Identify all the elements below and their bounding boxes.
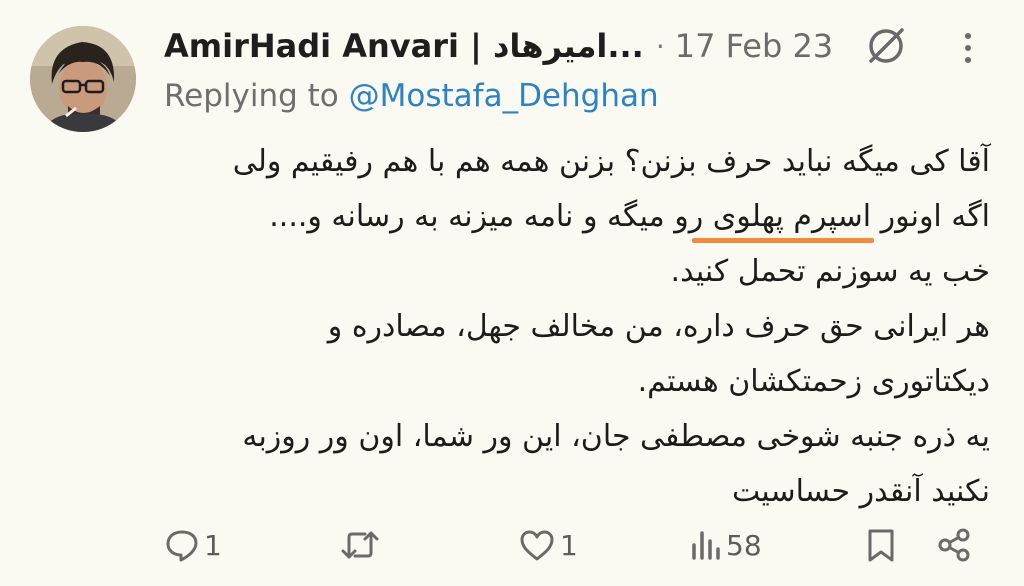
like-count: 1 bbox=[560, 528, 578, 562]
author-display-name[interactable]: AmirHadi Anvari | امیرهاد... bbox=[164, 27, 644, 65]
tweet-text-line: یه ذره جنبه شوخی مصطفی جان، این ور شما، … bbox=[242, 419, 990, 454]
tweet-timestamp[interactable]: 17 Feb 23 bbox=[675, 27, 833, 65]
reply-button[interactable]: 1 bbox=[164, 522, 222, 568]
tweet-text-line: خب یه سوزنم تحمل کنید. bbox=[670, 254, 990, 289]
bookmark-icon bbox=[868, 529, 894, 562]
tweet-text: آقا کی میگه نباید حرف بزنن؟ بزنن همه هم … bbox=[150, 134, 990, 519]
tweet-text-line: هر ایرانی حق حرف داره، من مخالف جهل، مصا… bbox=[327, 309, 990, 344]
heart-icon bbox=[520, 530, 554, 561]
views-icon bbox=[692, 531, 720, 560]
tweet-text-line: نکنید آنقدر حساسیت bbox=[731, 474, 990, 509]
reply-target-handle[interactable]: @Mostafa_Dehghan bbox=[349, 78, 659, 114]
grok-icon[interactable] bbox=[864, 24, 908, 68]
replying-to-prefix: Replying to bbox=[164, 78, 339, 114]
reply-count: 1 bbox=[204, 528, 222, 562]
like-button[interactable]: 1 bbox=[518, 522, 578, 568]
retweet-icon bbox=[341, 531, 379, 559]
highlight-underline bbox=[692, 238, 874, 243]
tweet-actions-bar: 1 1 58 bbox=[0, 522, 1024, 568]
tweet-header: AmirHadi Anvari | امیرهاد... · 17 Feb 23 bbox=[164, 22, 833, 70]
views-button[interactable]: 58 bbox=[690, 522, 762, 568]
tweet-text-line: اگه اونور اسپرم پهلوی رو میگه و نامه میز… bbox=[269, 199, 990, 234]
bookmark-button[interactable] bbox=[864, 522, 902, 568]
replying-to: Replying to @Mostafa_Dehghan bbox=[164, 78, 659, 114]
reply-icon bbox=[166, 530, 198, 562]
meta-separator: · bbox=[655, 29, 665, 63]
more-options-icon[interactable] bbox=[958, 30, 978, 66]
tweet-text-line: آقا کی میگه نباید حرف بزنن؟ بزنن همه هم … bbox=[232, 144, 990, 179]
retweet-button[interactable] bbox=[340, 522, 384, 568]
user-avatar-icon bbox=[30, 26, 136, 132]
avatar[interactable] bbox=[30, 26, 136, 132]
share-button[interactable] bbox=[936, 522, 976, 568]
tweet-text-line: دیکتاتوری زحمتکشان هستم. bbox=[637, 364, 990, 399]
views-count: 58 bbox=[726, 528, 762, 562]
share-icon bbox=[938, 528, 970, 562]
